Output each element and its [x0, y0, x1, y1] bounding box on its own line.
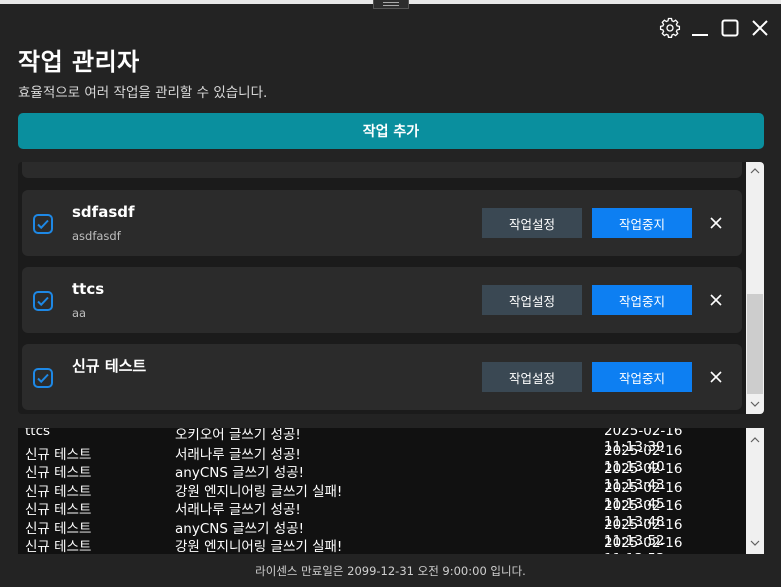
log-task: 신규 테스트 — [25, 521, 92, 537]
log-message: 강원 엔지니어링 글쓰기 실패! — [175, 484, 343, 500]
close-icon[interactable] — [748, 16, 772, 40]
log-time: 2025-02-16 11:13:53 — [604, 535, 683, 554]
minimize-icon[interactable] — [688, 16, 712, 40]
log-task: 신규 테스트 — [25, 465, 92, 481]
task-stop-button[interactable]: 작업중지 — [592, 362, 692, 392]
log-task: 신규 테스트 — [25, 502, 92, 518]
task-list-scrollbar[interactable] — [746, 162, 764, 414]
task-description: aa — [72, 306, 87, 320]
task-card: 신규 테스트 작업설정 작업중지 — [22, 344, 742, 410]
task-card-partial — [22, 162, 742, 178]
task-checkbox[interactable] — [33, 368, 53, 388]
log-message: 서래나루 글쓰기 성공! — [175, 447, 301, 463]
scroll-up-icon[interactable] — [750, 435, 760, 445]
log-task: ttcs — [25, 428, 51, 439]
scroll-down-icon[interactable] — [750, 399, 760, 409]
task-description: asdfasdf — [72, 229, 121, 243]
task-settings-button[interactable]: 작업설정 — [482, 208, 582, 238]
task-stop-button[interactable]: 작업중지 — [592, 208, 692, 238]
log-row: 신규 테스트 서래나루 글쓰기 성공! 2025-02-16 11:13:48 — [18, 498, 746, 530]
log-task: 신규 테스트 — [25, 539, 92, 554]
maximize-icon[interactable] — [718, 16, 742, 40]
log-row: 신규 테스트 강원 엔지니어링 글쓰기 실패! 2025-02-16 11:13… — [18, 535, 746, 554]
log-message: anyCNS 글쓰기 성공! — [175, 521, 305, 537]
add-task-button[interactable]: 작업 추가 — [18, 113, 764, 149]
page-subtitle: 효율적으로 여러 작업을 관리할 수 있습니다. — [18, 85, 268, 101]
page-title: 작업 관리자 — [18, 48, 140, 76]
task-card: sdfasdf asdfasdf 작업설정 작업중지 — [22, 190, 742, 256]
task-settings-button[interactable]: 작업설정 — [482, 285, 582, 315]
log-row: ttcs 오키오어 글쓰기 성공! 2025-02-16 11:13:39 — [18, 428, 746, 455]
delete-task-icon[interactable] — [708, 215, 724, 231]
task-checkbox[interactable] — [33, 214, 53, 234]
scroll-down-icon[interactable] — [750, 538, 760, 548]
task-name: sdfasdf — [72, 203, 135, 221]
log-panel: ttcs 오키오어 글쓰기 성공! 2025-02-16 11:13:39 신규… — [18, 428, 764, 554]
log-task: 신규 테스트 — [25, 484, 92, 500]
task-list: sdfasdf asdfasdf 작업설정 작업중지 ttcs aa 작업설정 … — [18, 162, 764, 414]
task-stop-button[interactable]: 작업중지 — [592, 285, 692, 315]
task-card: ttcs aa 작업설정 작업중지 — [22, 267, 742, 333]
log-message: anyCNS 글쓰기 성공! — [175, 465, 305, 481]
log-message: 강원 엔지니어링 글쓰기 실패! — [175, 539, 343, 554]
log-row: 신규 테스트 서래나루 글쓰기 성공! 2025-02-16 11:13:40 — [18, 443, 746, 475]
task-name: ttcs — [72, 280, 105, 298]
log-message: 오키오어 글쓰기 성공! — [175, 428, 301, 443]
log-task: 신규 테스트 — [25, 447, 92, 463]
task-checkbox[interactable] — [33, 291, 53, 311]
delete-task-icon[interactable] — [708, 369, 724, 385]
log-row: 신규 테스트 anyCNS 글쓰기 성공! 2025-02-16 11:13:5… — [18, 517, 746, 549]
license-status: 라이센스 만료일은 2099-12-31 오전 9:00:00 입니다. — [255, 564, 526, 578]
gear-icon[interactable] — [658, 16, 682, 40]
log-row: 신규 테스트 강원 엔지니어링 글쓰기 실패! 2025-02-16 11:13… — [18, 480, 746, 512]
delete-task-icon[interactable] — [708, 292, 724, 308]
log-row: 신규 테스트 anyCNS 글쓰기 성공! 2025-02-16 11:13:4… — [18, 461, 746, 493]
log-scrollbar[interactable] — [746, 428, 764, 554]
task-settings-button[interactable]: 작업설정 — [482, 362, 582, 392]
app-window: 작업 관리자 효율적으로 여러 작업을 관리할 수 있습니다. 작업 추가 sd… — [0, 0, 781, 587]
log-message: 서래나루 글쓰기 성공! — [175, 502, 301, 518]
scroll-up-icon[interactable] — [750, 166, 760, 176]
drag-handle[interactable] — [373, 0, 409, 9]
scrollbar-thumb[interactable] — [747, 294, 763, 394]
task-name: 신규 테스트 — [72, 357, 147, 375]
